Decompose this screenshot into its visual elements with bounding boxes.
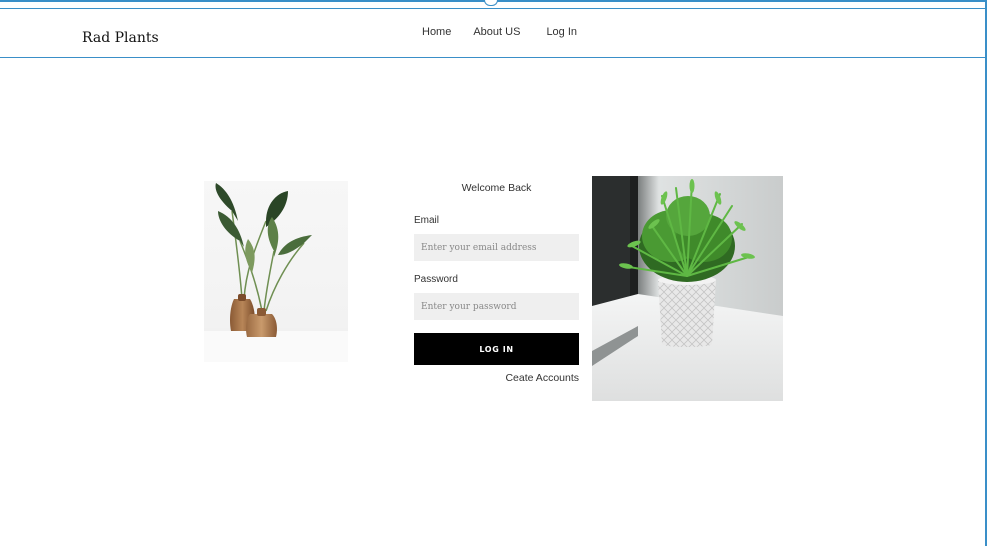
plant-vases-image xyxy=(204,181,348,362)
email-field[interactable] xyxy=(414,234,579,261)
login-button[interactable]: LOG IN xyxy=(414,333,579,365)
potted-plant-window-image xyxy=(592,176,783,401)
site-header: Rad Plants Home About US Log In xyxy=(0,8,985,58)
brand-logo[interactable]: Rad Plants xyxy=(82,30,159,46)
password-field[interactable] xyxy=(414,293,579,320)
password-label: Password xyxy=(414,274,458,285)
resize-handle[interactable] xyxy=(484,0,498,6)
email-label: Email xyxy=(414,215,440,226)
main-nav: Home About US Log In xyxy=(422,26,577,38)
nav-about-link[interactable]: About US xyxy=(473,26,520,38)
browser-frame: Rad Plants Home About US Log In Welcome … xyxy=(0,0,987,546)
nav-login-link[interactable]: Log In xyxy=(546,26,577,38)
nav-home-link[interactable]: Home xyxy=(422,26,451,38)
form-heading: Welcome Back xyxy=(461,182,532,194)
create-account-link[interactable]: Ceate Accounts xyxy=(505,372,579,384)
